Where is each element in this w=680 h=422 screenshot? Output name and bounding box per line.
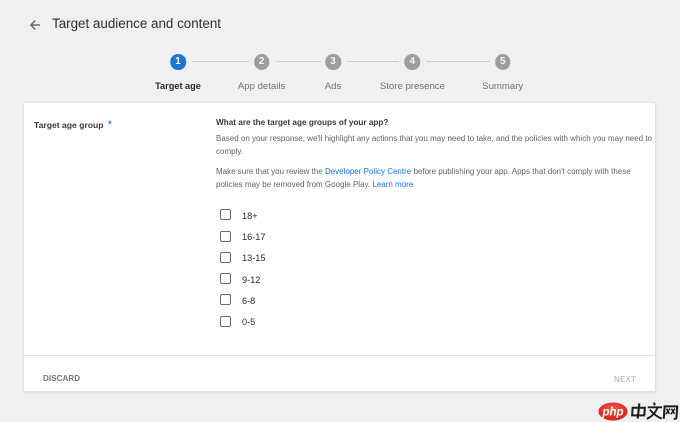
svg-text:php: php [601,407,623,419]
